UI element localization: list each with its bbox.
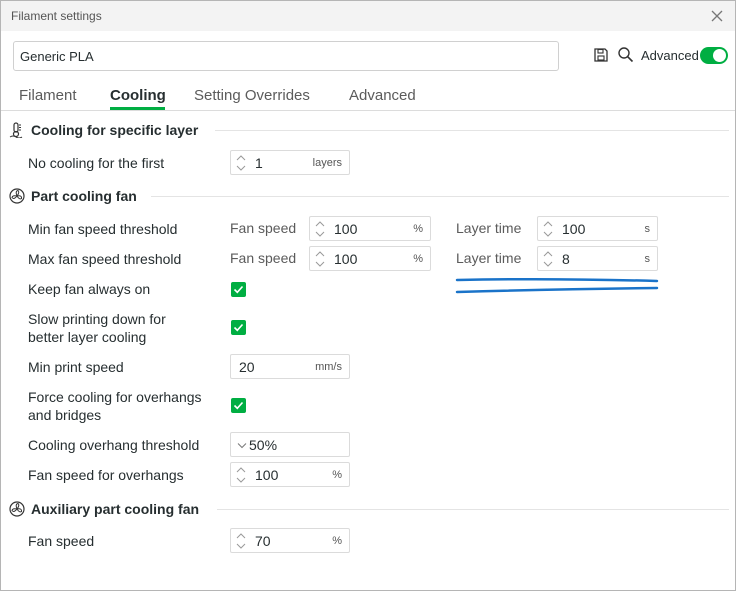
min-fan-speed-sublabel: Fan speed: [230, 220, 297, 236]
fan-icon: [9, 501, 25, 517]
checkmark-icon: [233, 323, 244, 332]
force-cooling-label-line2: and bridges: [28, 407, 102, 423]
aux-fan-speed-label: Fan speed: [28, 533, 95, 549]
no-cooling-value: 1: [255, 155, 263, 171]
preset-combobox[interactable]: Generic PLA: [13, 41, 559, 71]
aux-fan-speed-unit: %: [332, 535, 342, 547]
min-print-speed-label: Min print speed: [28, 359, 124, 375]
overhang-fan-speed-input[interactable]: 100 %: [230, 462, 350, 487]
min-layer-time-sublabel: Layer time: [456, 220, 522, 236]
min-fan-speed-unit: %: [413, 223, 423, 235]
section-divider: [151, 196, 729, 197]
aux-fan-speed-input[interactable]: 70 %: [230, 528, 350, 553]
no-cooling-label: No cooling for the first: [28, 155, 165, 171]
preset-value: Generic PLA: [20, 49, 94, 64]
search-icon[interactable]: [617, 46, 634, 63]
min-fan-threshold-label: Min fan speed threshold: [28, 221, 178, 237]
keep-fan-on-label: Keep fan always on: [28, 281, 151, 297]
section-divider: [217, 509, 729, 510]
aux-fan-speed-value: 70: [255, 533, 271, 549]
close-icon: [711, 10, 723, 22]
min-layer-time-value: 100: [562, 221, 586, 237]
section-title-part-fan: Part cooling fan: [31, 188, 137, 204]
tab-filament[interactable]: Filament: [19, 87, 77, 104]
overhang-threshold-label: Cooling overhang threshold: [28, 437, 200, 453]
tab-cooling[interactable]: Cooling: [110, 87, 166, 104]
min-fan-speed-input[interactable]: 100 %: [309, 216, 431, 241]
overhang-fan-speed-label: Fan speed for overhangs: [28, 467, 184, 483]
max-layer-time-sublabel: Layer time: [456, 250, 522, 266]
max-layer-time-input[interactable]: 8 s: [537, 246, 658, 271]
checkmark-icon: [233, 285, 244, 294]
max-fan-speed-value: 100: [334, 251, 358, 267]
section-title-aux-fan: Auxiliary part cooling fan: [31, 501, 200, 517]
tabs-divider: [1, 110, 735, 111]
chevron-down-icon: [237, 443, 247, 449]
window-title: Filament settings: [11, 9, 102, 23]
min-layer-time-unit: s: [644, 223, 651, 235]
tab-setting-overrides[interactable]: Setting Overrides: [194, 87, 310, 104]
section-title-specific-layer: Cooling for specific layer: [31, 122, 199, 138]
force-cooling-checkbox[interactable]: [231, 398, 246, 413]
title-bar: Filament settings: [1, 1, 735, 31]
max-fan-speed-unit: %: [413, 253, 423, 265]
section-divider: [215, 130, 729, 131]
no-cooling-layers-input[interactable]: 1 layers: [230, 150, 350, 175]
spin-arrows-icon[interactable]: [235, 465, 247, 485]
max-fan-speed-input[interactable]: 100 %: [309, 246, 431, 271]
advanced-toggle[interactable]: [700, 47, 728, 64]
spin-arrows-icon[interactable]: [314, 219, 326, 239]
min-fan-speed-value: 100: [334, 221, 358, 237]
spin-arrows-icon[interactable]: [542, 219, 554, 239]
overhang-fan-speed-value: 100: [255, 467, 279, 483]
spin-arrows-icon[interactable]: [235, 153, 247, 173]
spin-arrows-icon[interactable]: [314, 249, 326, 269]
min-print-speed-input[interactable]: 20 mm/s: [230, 354, 350, 379]
overhang-threshold-dropdown[interactable]: 50%: [230, 432, 350, 457]
close-button[interactable]: [707, 6, 727, 26]
spin-arrows-icon[interactable]: [542, 249, 554, 269]
max-layer-time-unit: s: [644, 253, 651, 265]
overhang-threshold-value: 50%: [249, 437, 278, 453]
force-cooling-label-line1: Force cooling for overhangs: [28, 389, 202, 405]
temperature-icon: [9, 122, 23, 138]
advanced-label: Advanced: [641, 48, 699, 63]
filament-settings-window: Filament settings Generic PLA Advanced F…: [0, 0, 736, 591]
max-fan-speed-sublabel: Fan speed: [230, 250, 297, 266]
tab-bar: Filament Cooling Setting Overrides Advan…: [1, 85, 735, 111]
no-cooling-unit: layers: [312, 157, 342, 169]
min-print-speed-unit: mm/s: [315, 361, 342, 373]
tab-advanced[interactable]: Advanced: [349, 87, 416, 104]
max-fan-threshold-label: Max fan speed threshold: [28, 251, 182, 267]
checkmark-icon: [233, 401, 244, 410]
min-print-speed-value: 20: [239, 359, 255, 375]
slow-down-label-line1: Slow printing down for: [28, 311, 166, 327]
toggle-knob: [713, 49, 726, 62]
annotation-underline: [455, 277, 659, 294]
fan-icon: [9, 188, 25, 204]
spin-arrows-icon[interactable]: [235, 531, 247, 551]
overhang-fan-speed-unit: %: [332, 469, 342, 481]
slow-down-label-line2: better layer cooling: [28, 329, 147, 345]
keep-fan-on-checkbox[interactable]: [231, 282, 246, 297]
min-layer-time-input[interactable]: 100 s: [537, 216, 658, 241]
max-layer-time-value: 8: [562, 251, 570, 267]
slow-down-checkbox[interactable]: [231, 320, 246, 335]
save-icon[interactable]: [593, 47, 609, 63]
